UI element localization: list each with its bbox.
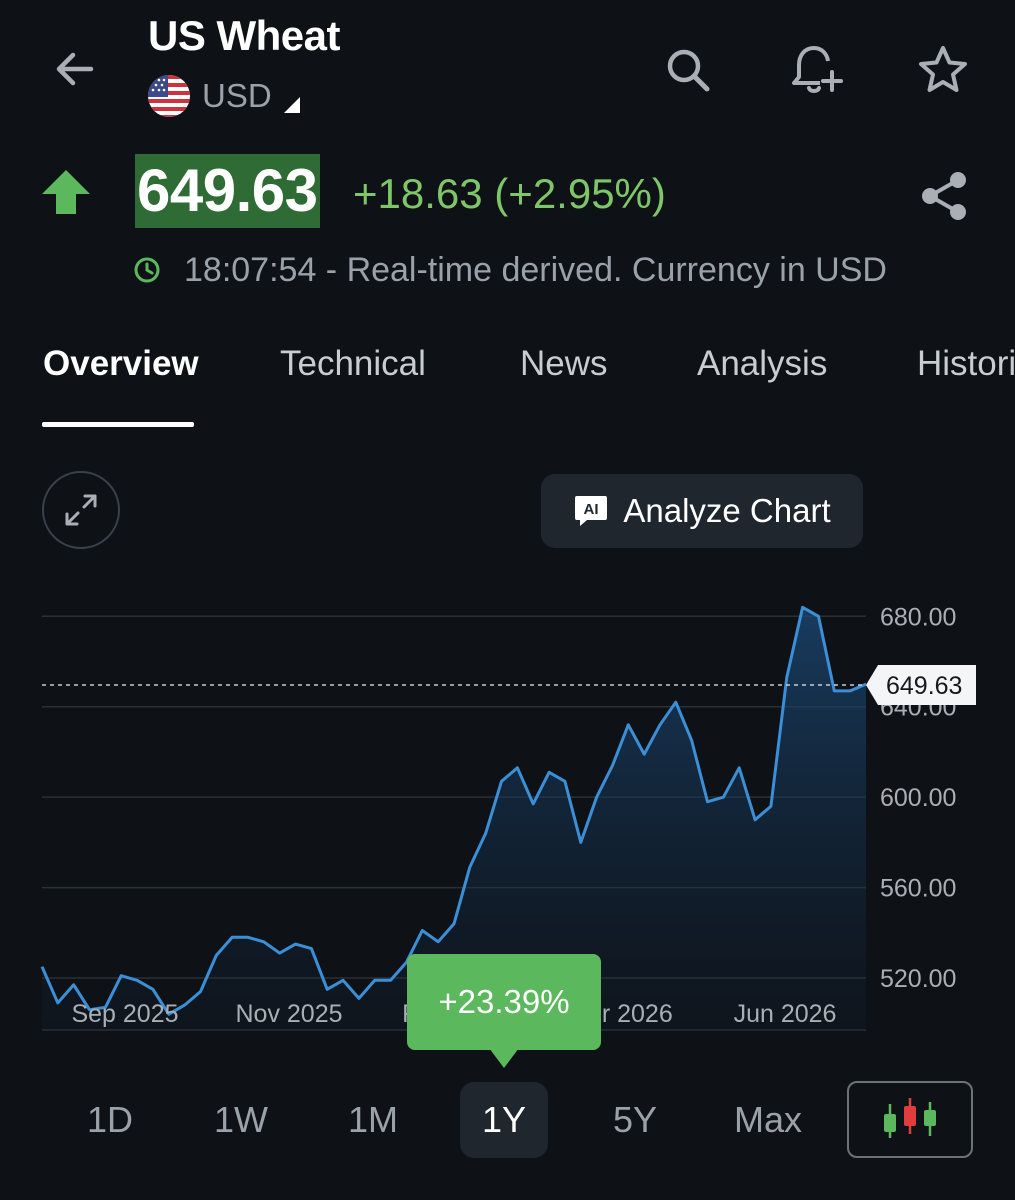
watchlist-button[interactable]	[911, 38, 975, 102]
currency-selector[interactable]: USD	[148, 74, 300, 118]
x-tick-label: Jun 2026	[734, 1000, 837, 1028]
dropdown-triangle-icon	[283, 97, 300, 113]
star-icon	[919, 46, 967, 92]
active-tab-indicator	[42, 422, 194, 427]
expand-chart-button[interactable]	[42, 471, 120, 549]
quote-timestamp-row: 18:07:54 - Real-time derived. Currency i…	[132, 248, 887, 292]
last-price-tag: 649.63	[866, 664, 976, 705]
bell-plus-icon	[792, 46, 843, 93]
chart-type-button[interactable]	[847, 1081, 973, 1158]
y-tick-label: 520.00	[880, 965, 956, 993]
tab-bar: Overview Technical News Analysis Histori…	[0, 330, 1015, 430]
tab-analysis[interactable]: Analysis	[697, 344, 827, 384]
tab-news[interactable]: News	[520, 344, 608, 384]
y-tick-label: 600.00	[880, 784, 956, 812]
back-arrow-icon	[56, 52, 94, 86]
price-change: +18.63 (+2.95%)	[353, 170, 666, 217]
range-5y-button[interactable]: 5Y	[587, 1082, 683, 1158]
currency-label: USD	[202, 77, 272, 114]
badge-pointer	[489, 1048, 519, 1068]
back-button[interactable]	[40, 38, 110, 100]
clock-icon	[134, 257, 160, 283]
tab-technical[interactable]: Technical	[280, 344, 426, 384]
page-title: US Wheat	[148, 12, 341, 59]
x-tick-label: Sep 2025	[71, 1000, 178, 1028]
analyze-chart-button[interactable]: AI Analyze Chart	[541, 474, 863, 548]
last-price-tag-label: 649.63	[886, 672, 962, 700]
y-tick-label: 560.00	[880, 875, 956, 903]
expand-icon	[65, 494, 97, 526]
timestamp-text: 18:07:54 - Real-time derived. Currency i…	[184, 250, 887, 289]
range-1m-button[interactable]: 1M	[325, 1082, 421, 1158]
add-alert-button[interactable]	[784, 38, 848, 102]
us-flag-icon	[148, 75, 190, 117]
period-change-text: +23.39%	[438, 983, 570, 1020]
range-max-button[interactable]: Max	[718, 1082, 818, 1158]
search-button[interactable]	[656, 38, 720, 102]
ai-icon: AI	[575, 496, 608, 526]
tab-overview[interactable]: Overview	[43, 344, 199, 384]
share-button[interactable]	[908, 160, 980, 232]
svg-text:AI: AI	[584, 501, 599, 518]
range-1d-button[interactable]: 1D	[62, 1082, 158, 1158]
up-arrow-icon	[42, 170, 90, 214]
range-1w-button[interactable]: 1W	[193, 1082, 289, 1158]
y-tick-label: 680.00	[880, 603, 956, 631]
last-price: 649.63	[135, 154, 320, 228]
share-icon	[922, 172, 966, 220]
search-icon	[667, 49, 710, 92]
x-tick-label: Nov 2025	[235, 1000, 342, 1028]
range-1y-button[interactable]: 1Y	[460, 1082, 548, 1158]
tab-historical[interactable]: Historical	[917, 344, 1015, 384]
candlestick-icon	[884, 1097, 936, 1138]
period-change-badge: +23.39%	[407, 954, 601, 1068]
analyze-chart-label: Analyze Chart	[623, 492, 831, 529]
